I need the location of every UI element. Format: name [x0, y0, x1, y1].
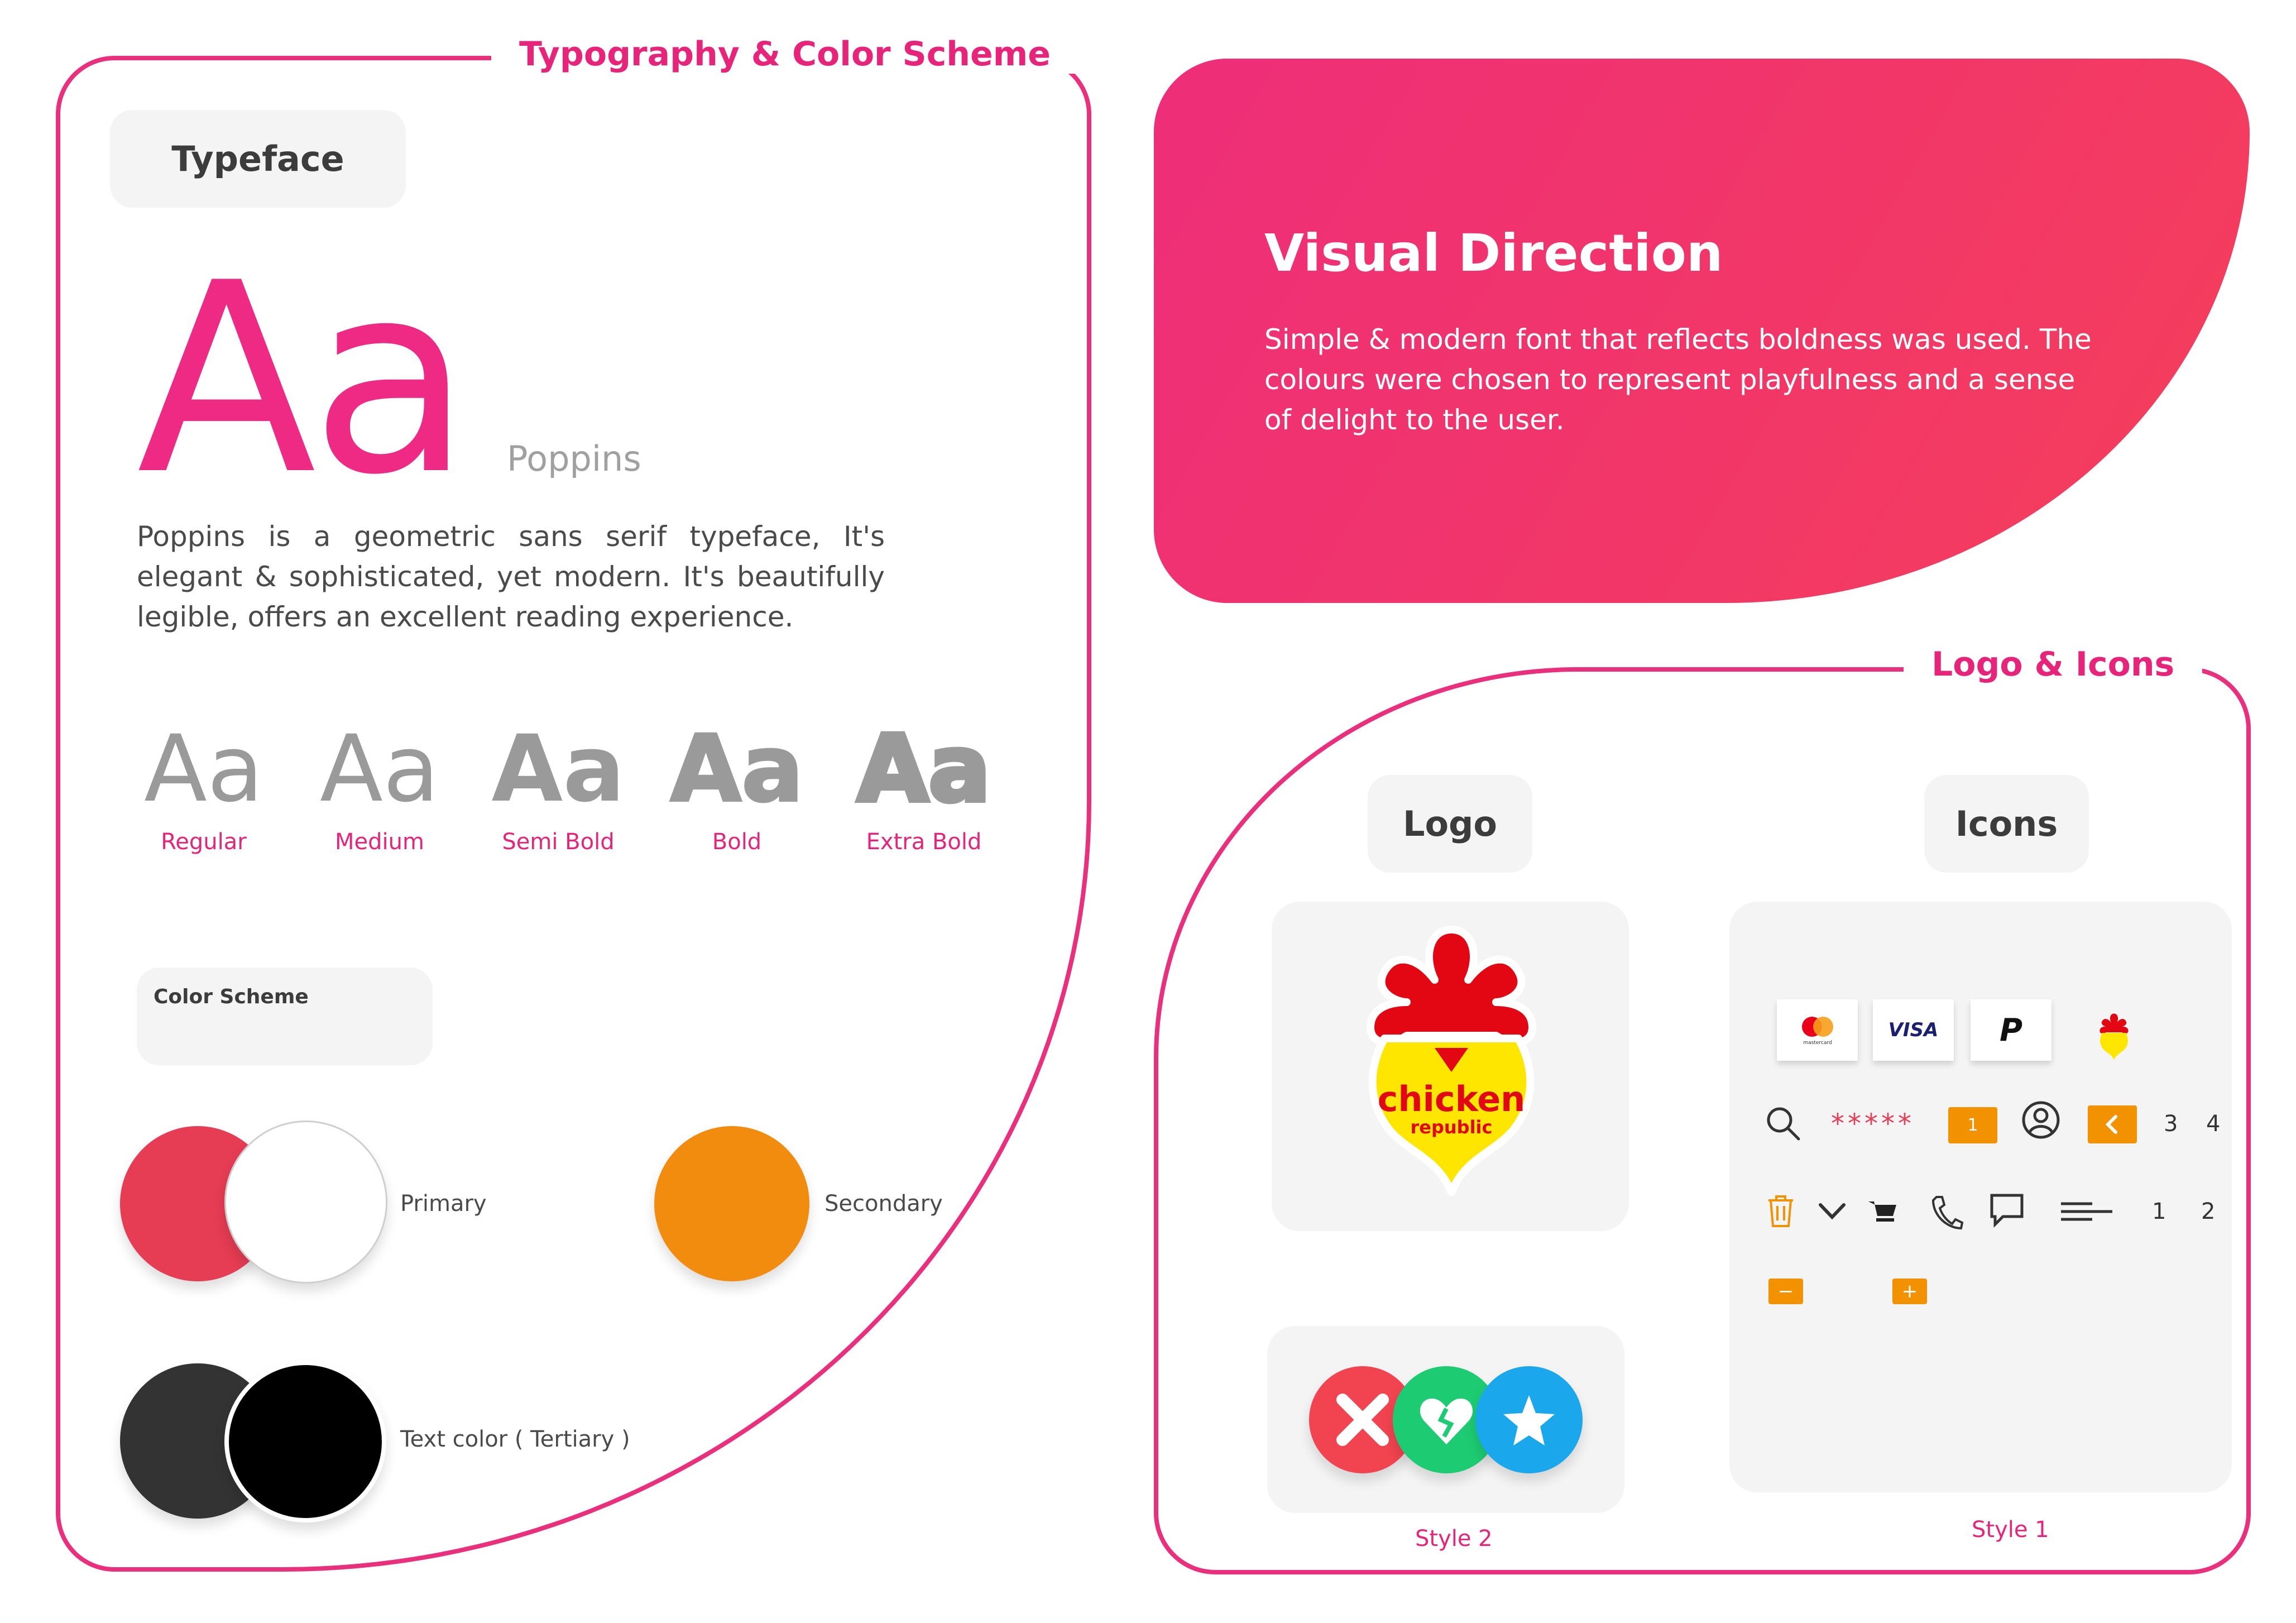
search-icon[interactable] [1764, 1104, 1803, 1143]
mastercard-icon[interactable]: mastercard [1777, 999, 1858, 1061]
weight-sample-medium: Aa [320, 715, 439, 822]
logo-subtext: republic [1411, 1117, 1493, 1138]
weight-label-extrabold: Extra Bold [866, 829, 982, 855]
typography-section-title: Typography & Color Scheme [491, 35, 1079, 74]
visa-icon[interactable]: VISA [1873, 999, 1954, 1061]
color-scheme-pill: Color Scheme [137, 968, 433, 1065]
weight-label-medium: Medium [335, 829, 424, 855]
icons-pill: Icons [1924, 775, 2089, 873]
pagination-current-button[interactable]: 1 [1948, 1107, 1997, 1143]
phone-icon[interactable] [1929, 1194, 1964, 1232]
primary-swatch-white [224, 1121, 387, 1284]
pagination-page-2[interactable]: 2 [2201, 1199, 2215, 1224]
logo-pill: Logo [1368, 775, 1532, 873]
menu-lines-icon[interactable] [2059, 1200, 2115, 1223]
typeface-description: Poppins is a geometric sans serif typefa… [137, 520, 885, 633]
weight-label-regular: Regular [161, 829, 247, 855]
tertiary-label: Text color ( Tertiary ) [400, 1426, 630, 1452]
weight-label-bold: Bold [712, 829, 762, 855]
typeface-sample-glyphs: Aa [137, 227, 472, 532]
paypal-icon[interactable]: P [1971, 999, 2051, 1061]
style1-label: Style 1 [1972, 1517, 2049, 1543]
font-name: Poppins [507, 438, 641, 479]
weight-sample-semibold: Aa [491, 715, 625, 822]
pagination-page-1[interactable]: 1 [2152, 1199, 2166, 1224]
pagination-page-4[interactable]: 4 [2206, 1111, 2220, 1137]
primary-label: Primary [400, 1191, 487, 1217]
chevron-down-icon[interactable] [1817, 1200, 1847, 1223]
logo-icons-section-title: Logo & Icons [1904, 645, 2203, 684]
secondary-swatch [654, 1126, 809, 1281]
weight-sample-bold: Aa [669, 715, 804, 822]
weight-sample-regular: Aa [144, 715, 263, 822]
logo-wordmark: chicken [1378, 1079, 1526, 1119]
plus-button[interactable]: + [1892, 1279, 1927, 1304]
weight-sample-extrabold: Aa [855, 715, 993, 822]
tertiary-swatch-black [224, 1361, 386, 1523]
back-arrow-icon[interactable] [2088, 1105, 2137, 1143]
visual-direction-title: Visual Direction [1264, 223, 1723, 283]
user-account-icon[interactable] [2021, 1100, 2061, 1140]
cart-icon[interactable] [1867, 1199, 1897, 1225]
visual-direction-body: Simple & modern font that reflects boldn… [1264, 323, 2092, 436]
chicken-republic-logo: chicken republic [1367, 926, 1536, 1196]
typeface-pill: Typeface [110, 110, 406, 208]
weight-label-semibold: Semi Bold [502, 829, 615, 855]
secondary-label: Secondary [825, 1191, 943, 1217]
icons-card [1729, 902, 2232, 1492]
trash-icon[interactable] [1765, 1194, 1796, 1228]
style2-label: Style 2 [1415, 1526, 1493, 1552]
rating-stars-icon: ***** [1831, 1108, 1915, 1140]
svg-text:mastercard: mastercard [1803, 1040, 1832, 1046]
star-icon[interactable] [1475, 1366, 1583, 1473]
pagination-page-3[interactable]: 3 [2164, 1111, 2178, 1137]
minus-button[interactable]: − [1768, 1279, 1803, 1304]
chicken-republic-small-icon [2100, 1013, 2129, 1060]
chat-icon[interactable] [1988, 1192, 2025, 1229]
